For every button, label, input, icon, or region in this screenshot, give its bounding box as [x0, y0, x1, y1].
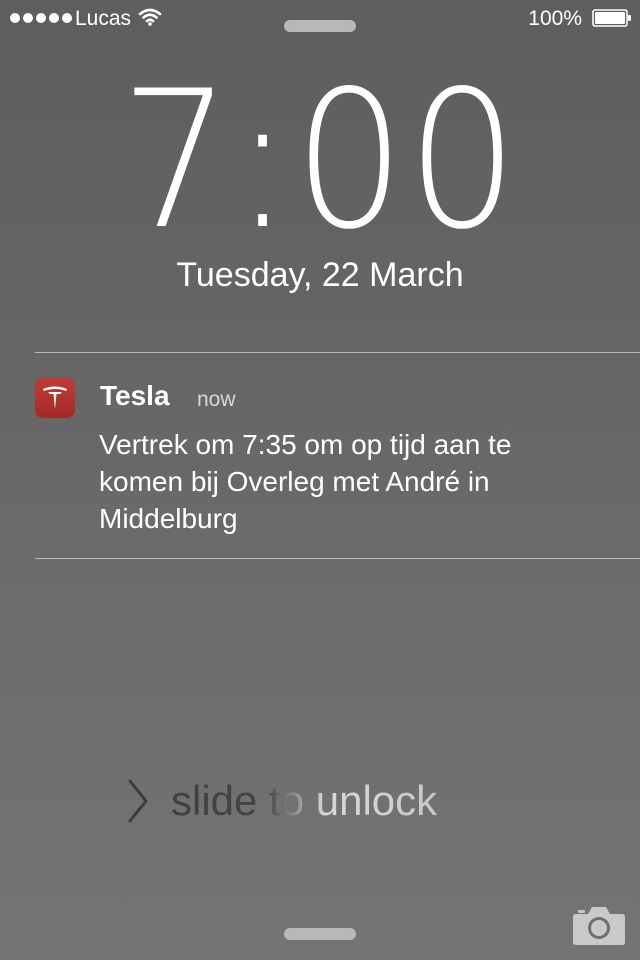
lock-screen-clock: 7:00	[120, 50, 520, 271]
wifi-icon	[138, 8, 162, 26]
slide-to-unlock[interactable]: slide to unlock	[125, 778, 545, 828]
slide-to-unlock-label: slide to unlock	[171, 777, 438, 824]
notification-center-grabber[interactable]	[284, 20, 356, 32]
battery-full-icon	[592, 9, 631, 27]
tesla-logo-icon	[35, 378, 75, 418]
control-center-grabber[interactable]	[284, 928, 356, 940]
notification-message: Vertrek om 7:35 om op tijd aan te komen …	[99, 429, 512, 534]
carrier-name: Lucas	[75, 7, 132, 30]
notification-divider-bottom	[35, 558, 640, 559]
battery-percentage: 100%	[528, 7, 582, 30]
notification-divider-top	[35, 352, 640, 353]
notification-time: now	[197, 388, 236, 411]
cellular-signal-icon	[10, 13, 72, 23]
camera-icon[interactable]	[572, 904, 626, 946]
chevron-right-icon	[128, 779, 148, 823]
notification-app-name: Tesla	[100, 380, 170, 411]
lock-screen-date: Tuesday, 22 March	[176, 256, 464, 294]
